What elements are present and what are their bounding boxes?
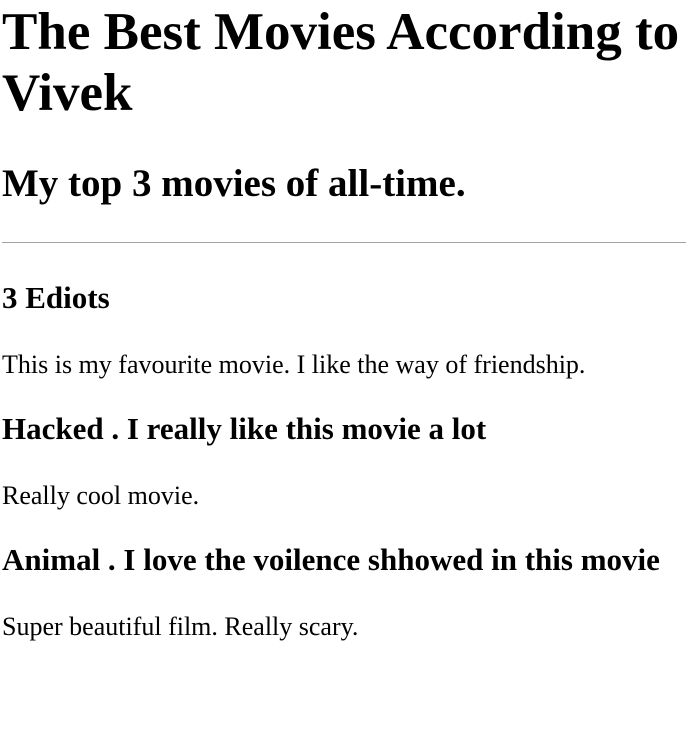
page-content: The Best Movies According to Vivek My to… <box>0 0 700 642</box>
page-subtitle: My top 3 movies of all-time. <box>2 162 466 205</box>
movie-description: Really cool movie. <box>2 481 200 510</box>
movie-title: Animal . I love the voilence shhowed in … <box>2 542 660 577</box>
movie-title: 3 Ediots <box>2 280 110 315</box>
movie-description: This is my favourite movie. I like the w… <box>2 350 586 379</box>
movie-title: Hacked . I really like this movie a lot <box>2 411 487 446</box>
page-title: The Best Movies According to Vivek <box>2 3 680 122</box>
movie-list: 3 Ediots This is my favourite movie. I l… <box>2 279 698 642</box>
divider <box>2 242 686 243</box>
movie-description: Super beautiful film. Really scary. <box>2 612 359 641</box>
